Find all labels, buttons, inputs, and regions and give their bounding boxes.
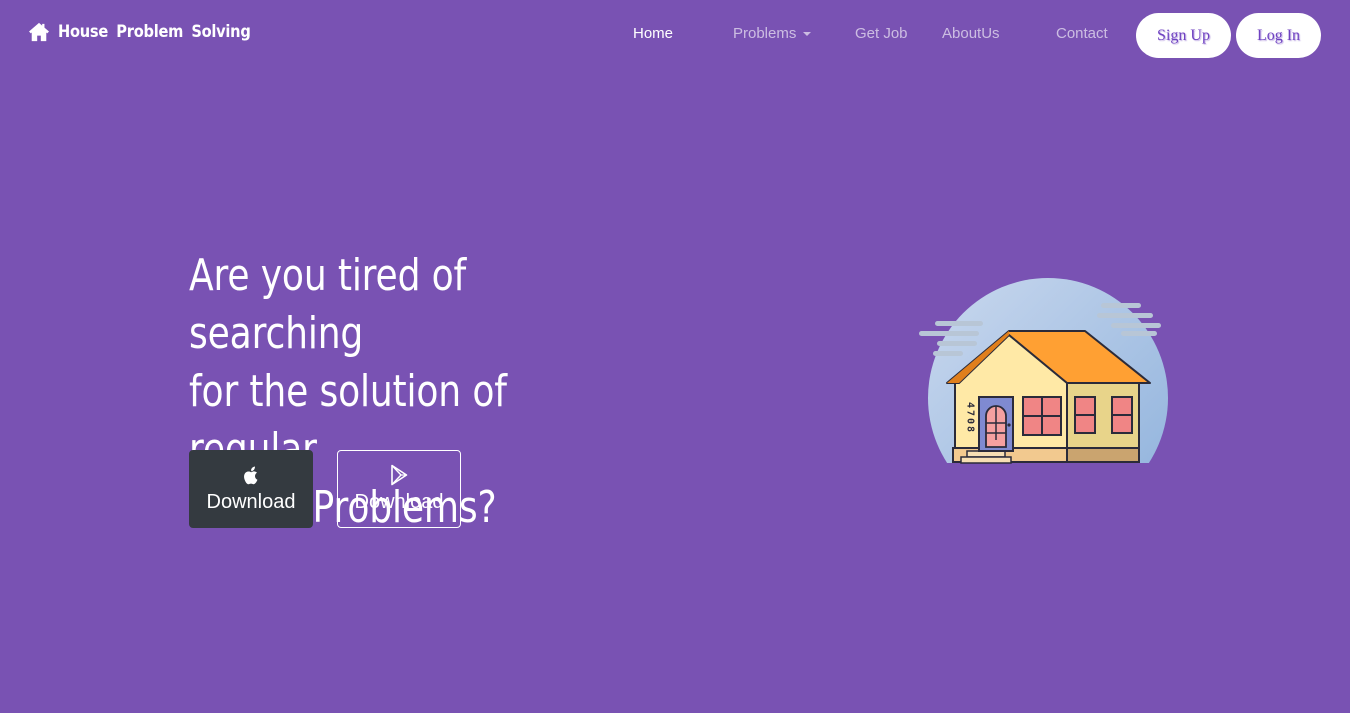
google-play-download-button[interactable]: Download xyxy=(337,450,461,528)
apple-download-label: Download xyxy=(206,491,296,513)
sign-up-button[interactable]: Sign Up xyxy=(1136,13,1231,58)
log-in-button[interactable]: Log In xyxy=(1236,13,1321,58)
house-number: 4708 xyxy=(965,402,976,434)
google-play-icon xyxy=(391,464,408,486)
home-icon xyxy=(29,22,49,42)
brand-name: House Problem Solving xyxy=(58,22,251,42)
app-store-download-button[interactable]: Download xyxy=(189,450,313,528)
nav-about-us[interactable]: AboutUs xyxy=(942,25,1000,42)
nav-problems-dropdown[interactable]: Problems xyxy=(733,25,812,42)
nav-home[interactable]: Home xyxy=(633,25,673,42)
apple-icon xyxy=(244,466,258,485)
hero-heading-line: Are you tired of searching xyxy=(189,250,467,359)
nav-get-job[interactable]: Get Job xyxy=(855,25,908,42)
nav-problems-label: Problems xyxy=(733,25,797,42)
landing-page: House Problem Solving Home Problems Get … xyxy=(0,0,1350,713)
brand-link[interactable]: House Problem Solving xyxy=(28,22,282,42)
house-illustration: 4708 xyxy=(919,278,1168,464)
play-download-label: Download xyxy=(354,491,444,513)
caret-down-icon xyxy=(803,32,812,36)
nav-contact[interactable]: Contact xyxy=(1056,25,1108,42)
